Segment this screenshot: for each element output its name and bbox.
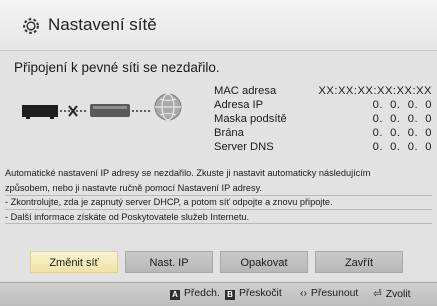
network-settings-screen: Nastavení sítě Připojení k pevné síti se… [0, 0, 437, 306]
b-key-icon: B [225, 290, 235, 300]
footer-previous[interactable]: A Předch. [170, 288, 220, 300]
footer-label: Přeskočit [239, 288, 282, 299]
info-label: Adresa IP [214, 99, 264, 111]
description-line: - Další informace získáte od Poskytovate… [5, 211, 250, 222]
footer-help-bar: A Předch. B Přeskočit ‹› Přesunout ⏎ Zvolit [0, 282, 437, 306]
enter-icon: ⏎ [373, 289, 382, 300]
disconnected-x-icon [68, 105, 78, 117]
info-row-ip: Adresa IP 0. 0. 0. 0 [214, 98, 432, 112]
footer-label: Zvolit [385, 289, 411, 300]
divider [5, 223, 432, 224]
info-value: 0. 0. 0. 0 [372, 141, 432, 153]
info-row-mac: MAC adresa XX:XX:XX:XX:XX:XX [214, 84, 432, 98]
change-network-button[interactable]: Změnit síť [30, 251, 118, 273]
page-title: Nastavení sítě [48, 15, 157, 34]
description-line: Automatické nastavení IP adresy se nezda… [5, 168, 371, 178]
player-device-icon [22, 105, 58, 119]
divider [5, 209, 432, 210]
footer-skip[interactable]: B Přeskočit [225, 288, 282, 300]
footer-select[interactable]: ⏎ Zvolit [373, 288, 411, 300]
router-icon [90, 104, 130, 117]
info-label: MAC adresa [214, 85, 277, 97]
close-button[interactable]: Zavřít [315, 251, 403, 273]
info-row-gateway: Brána 0. 0. 0. 0 [214, 126, 432, 140]
header-bar: Nastavení sítě [0, 0, 437, 51]
info-value: 0. 0. 0. 0 [372, 113, 432, 125]
description-line: - Zkontrolujte, zda je zapnutý server DH… [5, 197, 333, 207]
info-row-dns: Server DNS 0. 0. 0. 0 [214, 140, 432, 154]
info-value: 0. 0. 0. 0 [372, 99, 432, 111]
footer-label: Přesunout [310, 288, 359, 299]
connection-error-message: Připojení k pevné síti se nezdařilo. [14, 60, 220, 75]
network-info-table: MAC adresa XX:XX:XX:XX:XX:XX Adresa IP 0… [214, 84, 432, 154]
info-label: Maska podsítě [214, 113, 287, 125]
footer-move[interactable]: ‹› Přesunout [300, 288, 358, 299]
info-value: XX:XX:XX:XX:XX:XX [318, 85, 432, 97]
left-right-arrows-icon: ‹› [300, 288, 307, 299]
connection-diagram [22, 93, 182, 121]
footer-label: Předch. [184, 288, 220, 299]
info-label: Server DNS [214, 141, 274, 153]
info-value: 0. 0. 0. 0 [372, 127, 432, 139]
divider [5, 195, 432, 196]
description-line: způsobem, nebo ji nastavte ručně pomocí … [5, 182, 263, 193]
a-key-icon: A [170, 290, 180, 300]
globe-icon [154, 93, 182, 121]
gear-icon [23, 18, 39, 34]
ip-settings-button[interactable]: Nast. IP [125, 251, 213, 273]
retry-button[interactable]: Opakovat [220, 251, 308, 273]
info-row-mask: Maska podsítě 0. 0. 0. 0 [214, 112, 432, 126]
main-panel: Připojení k pevné síti se nezdařilo. MAC… [0, 51, 437, 281]
info-label: Brána [214, 127, 244, 139]
